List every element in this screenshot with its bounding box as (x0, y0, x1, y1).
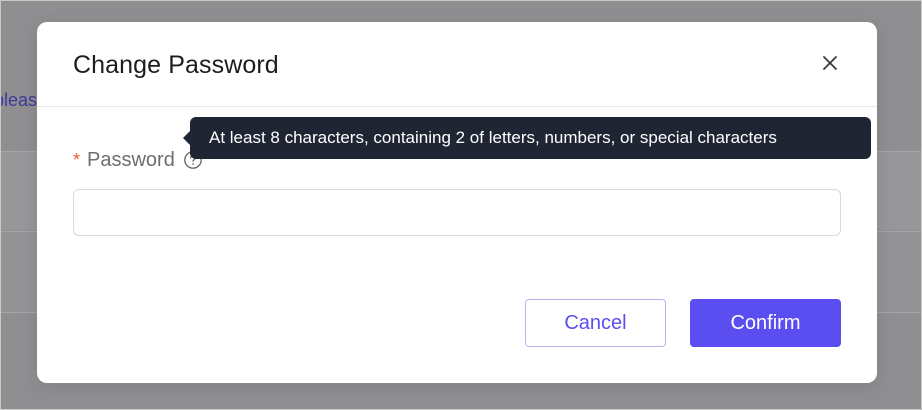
password-label-row: * Password (73, 148, 203, 172)
tooltip-text: At least 8 characters, containing 2 of l… (209, 128, 777, 147)
change-password-dialog: Change Password * Password Cancel Confir… (37, 22, 877, 383)
password-rules-tooltip: At least 8 characters, containing 2 of l… (183, 117, 871, 159)
password-label: Password (87, 149, 175, 171)
dialog-title: Change Password (73, 51, 279, 79)
cancel-button[interactable]: Cancel (525, 299, 666, 347)
tooltip-arrow (183, 131, 190, 145)
background-link-text: pleas (0, 90, 37, 110)
required-mark: * (73, 150, 81, 170)
confirm-button[interactable]: Confirm (690, 299, 841, 347)
close-button[interactable] (820, 53, 840, 73)
close-icon (823, 56, 837, 70)
password-input[interactable] (73, 189, 841, 236)
dialog-header: Change Password (37, 22, 877, 107)
